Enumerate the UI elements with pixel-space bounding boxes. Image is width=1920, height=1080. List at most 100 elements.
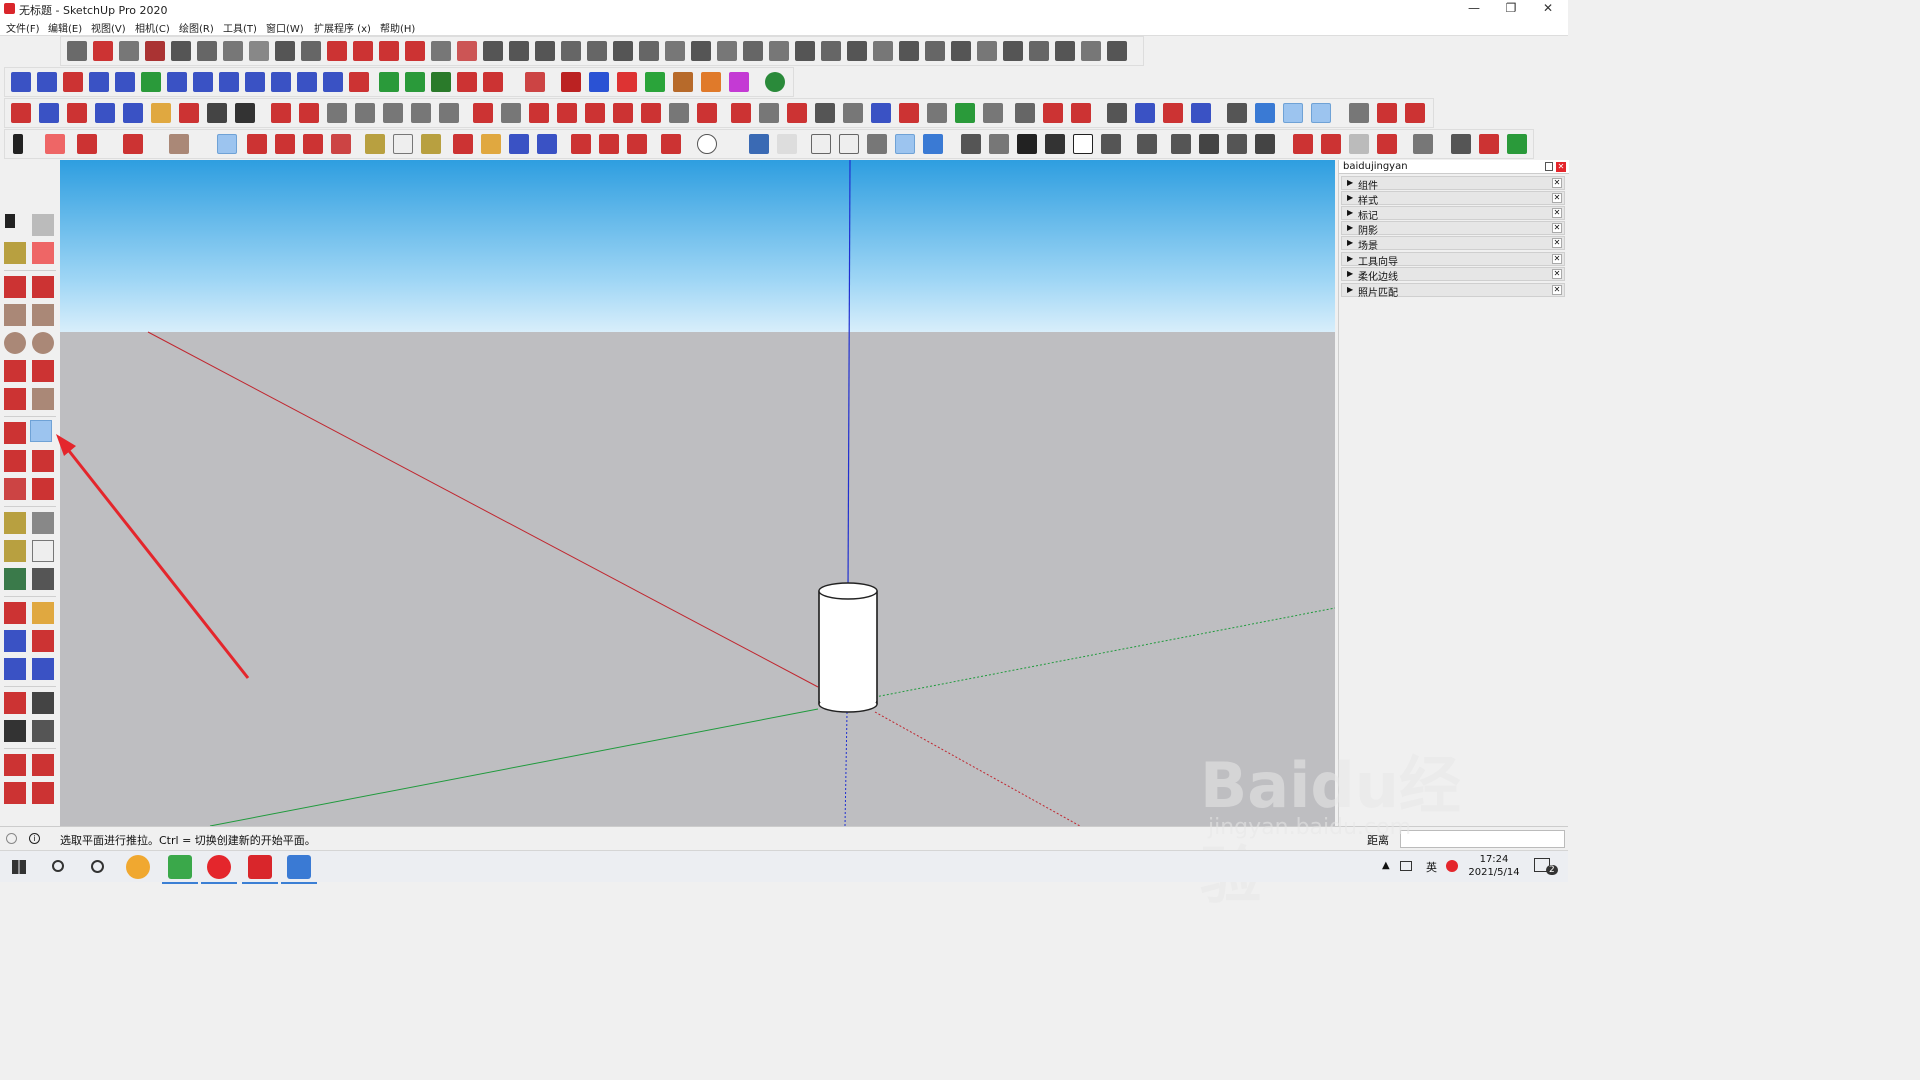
tool-icon[interactable] — [223, 41, 243, 61]
tool-icon[interactable] — [1227, 134, 1247, 154]
shape-tool-icon[interactable] — [483, 72, 503, 92]
position-camera-icon[interactable] — [4, 692, 26, 714]
tape-measure-icon[interactable] — [365, 134, 385, 154]
line-tool-icon[interactable] — [379, 72, 399, 92]
protractor-icon[interactable] — [4, 540, 26, 562]
tool-icon[interactable] — [1171, 134, 1191, 154]
menu-window[interactable]: 窗口(W) — [266, 20, 304, 35]
minimize-button[interactable]: — — [1455, 0, 1493, 18]
previous-view-icon[interactable] — [123, 103, 143, 123]
layers-icon[interactable] — [1191, 103, 1211, 123]
menu-view[interactable]: 视图(V) — [91, 20, 126, 35]
tool-icon[interactable] — [717, 41, 737, 61]
style-icon[interactable] — [867, 134, 887, 154]
tool-icon[interactable] — [1137, 134, 1157, 154]
view-icon[interactable] — [989, 134, 1009, 154]
tool-icon[interactable] — [759, 103, 779, 123]
tool-icon[interactable] — [1199, 134, 1219, 154]
cylinder-model[interactable] — [818, 582, 878, 713]
move-icon[interactable] — [4, 422, 26, 444]
menu-extensions[interactable]: 扩展程序 (x) — [314, 20, 371, 35]
tool-icon[interactable] — [327, 41, 347, 61]
tool-icon[interactable] — [1255, 103, 1275, 123]
style-icon[interactable] — [923, 134, 943, 154]
section-icon[interactable] — [327, 103, 347, 123]
zoom-icon[interactable] — [4, 630, 26, 652]
tool-icon[interactable] — [843, 103, 863, 123]
tool-icon[interactable] — [353, 41, 373, 61]
push-pull-button[interactable] — [217, 134, 237, 154]
curve-tool-icon[interactable] — [11, 72, 31, 92]
polygon-tool-icon[interactable] — [405, 72, 425, 92]
section-icon[interactable] — [299, 103, 319, 123]
tool-icon[interactable] — [1283, 103, 1303, 123]
push-tool-icon[interactable] — [589, 72, 609, 92]
panel-soften-edges[interactable]: ▶ 柔化边线 ✕ — [1341, 267, 1565, 283]
push-tool-icon[interactable] — [729, 72, 749, 92]
tool-icon[interactable] — [1043, 103, 1063, 123]
house-icon[interactable] — [1073, 134, 1093, 154]
pencil-icon[interactable] — [4, 276, 26, 298]
circle-tool-icon[interactable] — [193, 72, 213, 92]
panel-match-photo[interactable]: ▶ 照片匹配 ✕ — [1341, 283, 1565, 299]
arc-3pt-icon[interactable] — [4, 388, 26, 410]
tool-icon[interactable] — [1293, 134, 1313, 154]
su-app-icon[interactable] — [1071, 103, 1091, 123]
tool-icon[interactable] — [1081, 41, 1101, 61]
info-icon[interactable]: i — [29, 833, 40, 844]
tool-icon[interactable] — [529, 103, 549, 123]
tray-close-icon[interactable]: ✕ — [1556, 162, 1566, 172]
house-icon[interactable] — [1017, 134, 1037, 154]
tool-icon[interactable] — [899, 103, 919, 123]
extension-warehouse-icon[interactable] — [32, 754, 54, 776]
curve-tool-icon[interactable] — [89, 72, 109, 92]
ime-indicator[interactable]: 英 — [1426, 859, 1437, 875]
tool-icon[interactable] — [509, 41, 529, 61]
circle-icon[interactable] — [4, 332, 26, 354]
tool-icon[interactable] — [955, 103, 975, 123]
tray-chevron-icon[interactable]: ▲ — [1382, 860, 1390, 871]
eraser-icon[interactable] — [32, 242, 54, 264]
tool-icon[interactable] — [457, 41, 477, 61]
orbit-icon[interactable] — [453, 134, 473, 154]
tool-icon[interactable] — [925, 41, 945, 61]
look-around-icon[interactable] — [32, 692, 54, 714]
tool-icon[interactable] — [473, 103, 493, 123]
panel-close-icon[interactable]: ✕ — [1552, 178, 1562, 188]
rectangle-icon[interactable] — [4, 304, 26, 326]
panel-close-icon[interactable]: ✕ — [1552, 223, 1562, 233]
layers-icon[interactable] — [1163, 103, 1183, 123]
style-icon[interactable] — [749, 134, 769, 154]
zoom-icon[interactable] — [39, 103, 59, 123]
tool-icon[interactable] — [871, 103, 891, 123]
pan-icon[interactable] — [481, 134, 501, 154]
panel-close-icon[interactable]: ✕ — [1552, 285, 1562, 295]
tool-icon[interactable] — [431, 41, 451, 61]
layers-icon[interactable] — [1107, 103, 1127, 123]
orbit-icon[interactable] — [4, 602, 26, 624]
curve-tool-icon[interactable] — [349, 72, 369, 92]
network-icon[interactable] — [1400, 861, 1412, 871]
clock[interactable]: 17:24 2021/5/14 — [1466, 853, 1522, 879]
warehouse-icon[interactable] — [4, 754, 26, 776]
search-icon[interactable] — [52, 860, 64, 872]
tool-icon[interactable] — [119, 41, 139, 61]
tool-icon[interactable] — [1377, 103, 1397, 123]
component-icon[interactable] — [32, 214, 54, 236]
tool-icon[interactable] — [1055, 41, 1075, 61]
panel-close-icon[interactable]: ✕ — [1552, 208, 1562, 218]
arc-tool-icon[interactable] — [141, 72, 161, 92]
rotated-rectangle-icon[interactable] — [32, 304, 54, 326]
tool-icon[interactable] — [1107, 41, 1127, 61]
layers-icon[interactable] — [1135, 103, 1155, 123]
push-tool-icon[interactable] — [701, 72, 721, 92]
menu-edit[interactable]: 编辑(E) — [48, 20, 82, 35]
tool-icon[interactable] — [501, 103, 521, 123]
user-icon[interactable] — [697, 134, 717, 154]
tool-icon[interactable] — [145, 41, 165, 61]
section-icon[interactable] — [355, 103, 375, 123]
arc-icon[interactable] — [4, 360, 26, 382]
ruby-icon[interactable] — [32, 782, 54, 804]
push-tool-icon[interactable] — [617, 72, 637, 92]
section-plane-icon[interactable] — [32, 720, 54, 742]
